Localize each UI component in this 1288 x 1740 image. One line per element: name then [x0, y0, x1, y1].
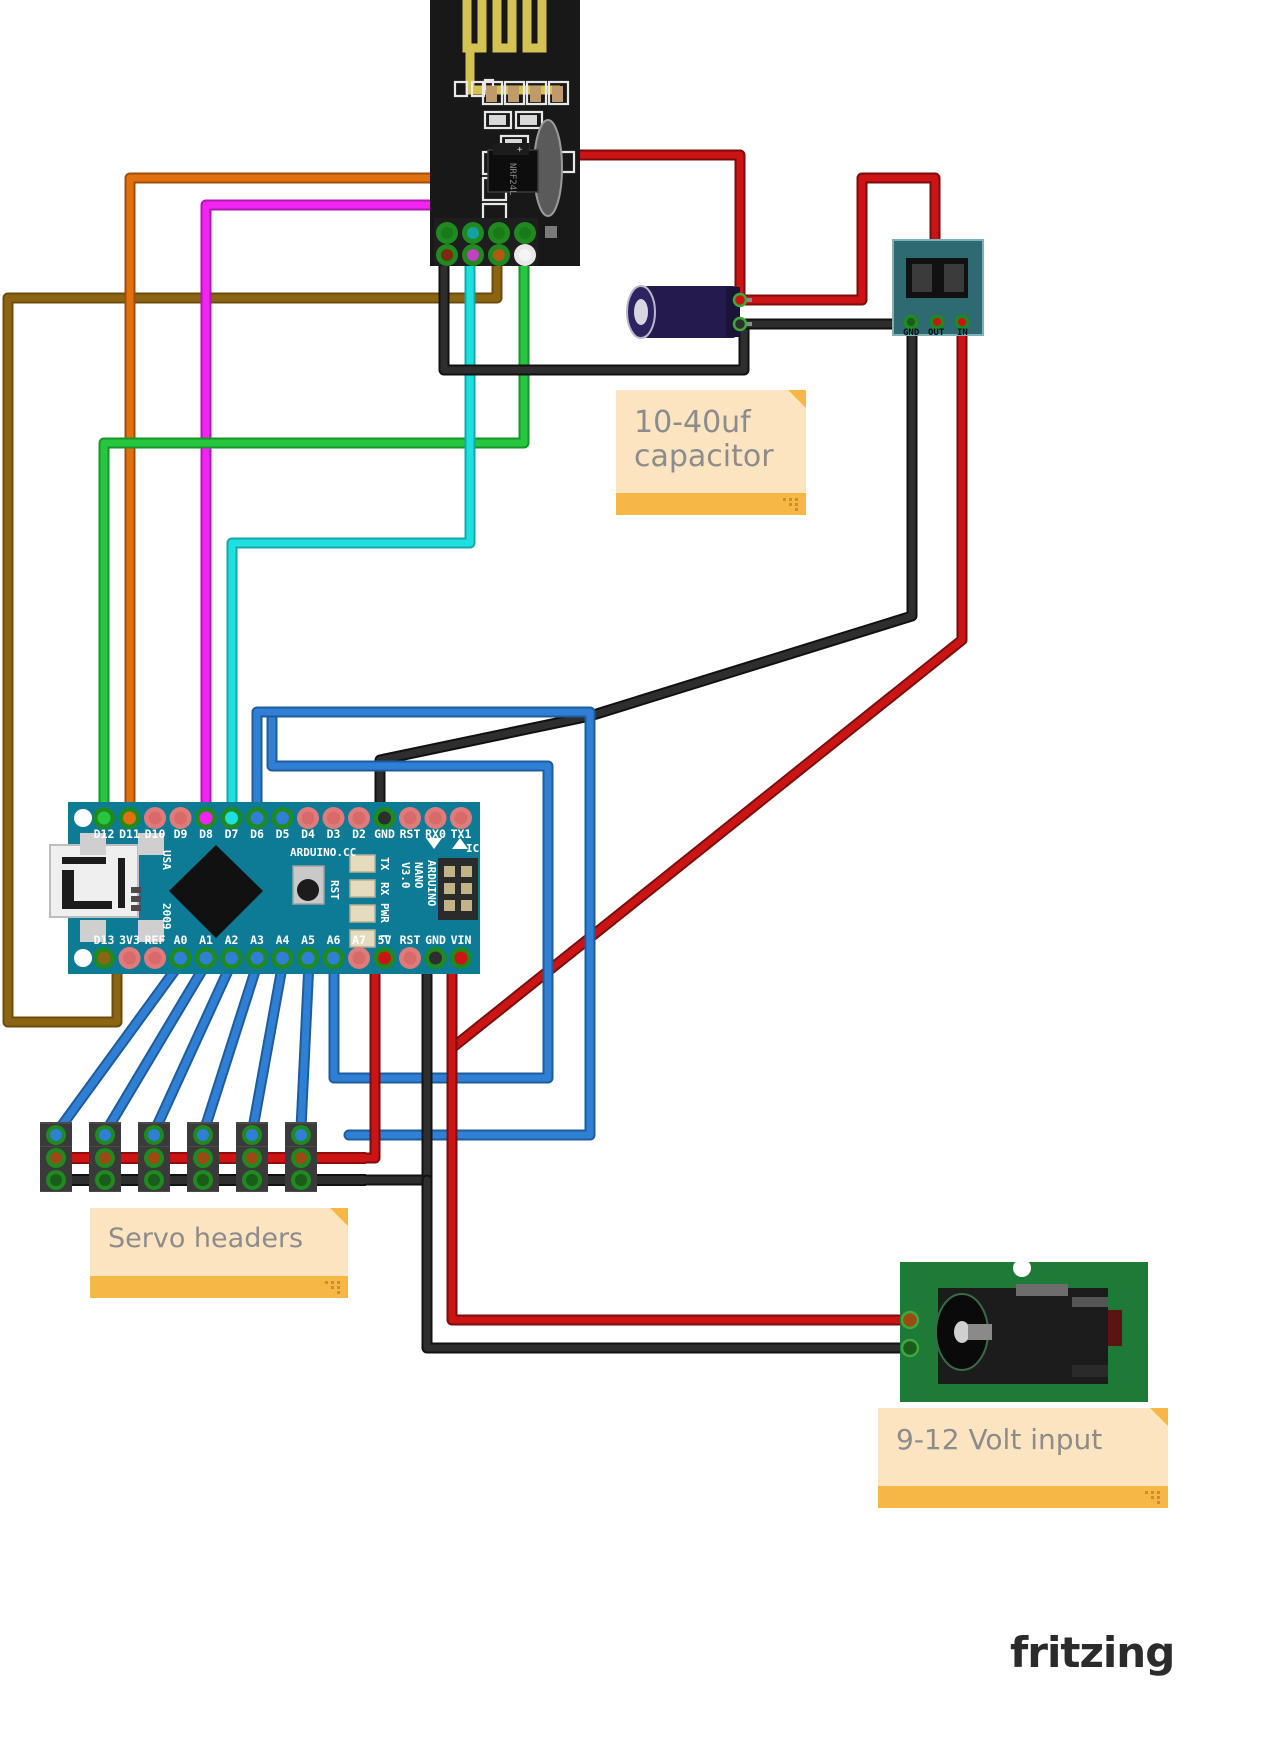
note-servo-headers-resize-handle[interactable]	[325, 1281, 343, 1295]
note-capacitor-fold-corner	[788, 390, 806, 408]
note-power-input-bar	[878, 1486, 1168, 1508]
note-power-input-resize-handle[interactable]	[1145, 1491, 1163, 1505]
note-servo-headers-bar	[90, 1276, 348, 1298]
note-servo-headers-text: Servo headers	[108, 1223, 304, 1254]
note-capacitor-bar	[616, 493, 806, 515]
note-servo-headers-fold-corner	[330, 1208, 348, 1226]
note-capacitor-resize-handle[interactable]	[783, 498, 801, 512]
note-power-input-fold-corner	[1150, 1408, 1168, 1426]
fritzing-watermark: fritzing	[1010, 1628, 1175, 1677]
fritzing-breadboard-canvas: NRF24L + GND OUT IN ICSP ARDUINO.CC USA …	[0, 0, 1288, 1740]
note-power-input-text: 9-12 Volt input	[896, 1423, 1103, 1456]
note-power-input[interactable]: 9-12 Volt input	[878, 1408, 1168, 1508]
note-servo-headers[interactable]: Servo headers	[90, 1208, 348, 1298]
note-capacitor-text: 10-40uf capacitor	[634, 405, 774, 475]
note-capacitor[interactable]: 10-40uf capacitor	[616, 390, 806, 515]
